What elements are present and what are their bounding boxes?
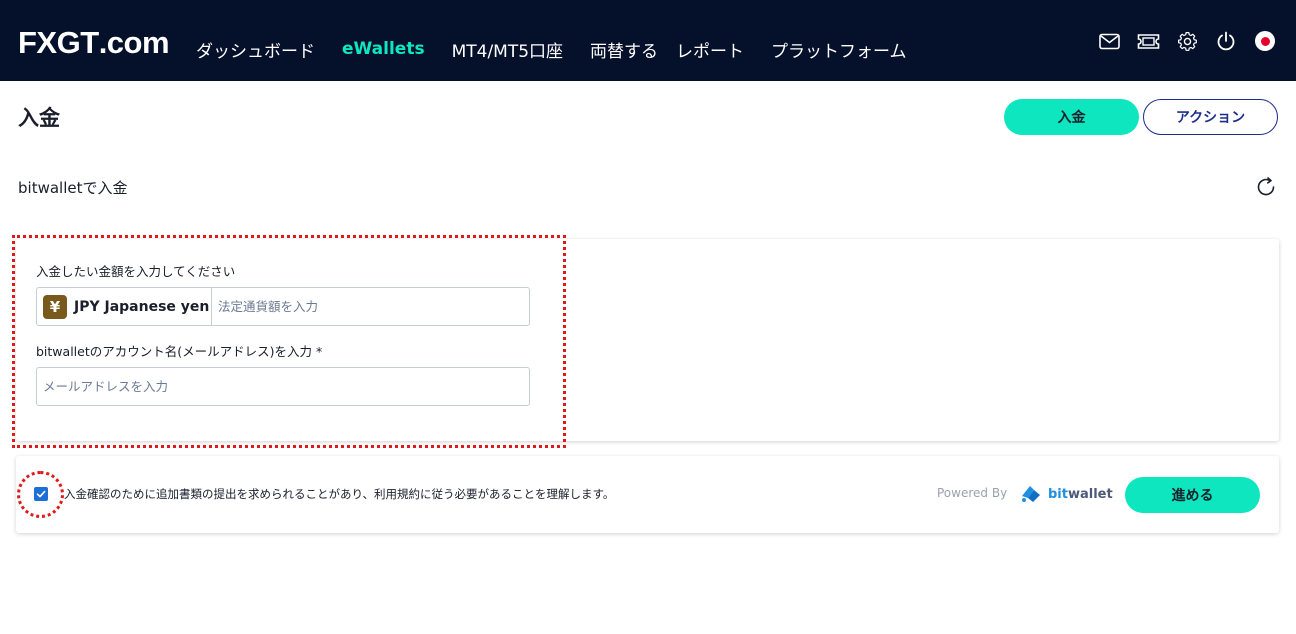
consent-text: 入金確認のために追加書類の提出を求められることがあり、利用規約に従う必要があるこ… [64,487,615,501]
mail-icon[interactable] [1096,28,1122,54]
currency-name: JPY Japanese yen [74,298,210,315]
japan-flag-icon [1255,31,1275,51]
refresh-icon[interactable] [1255,176,1277,198]
logo-suffix: .com [98,25,170,60]
ticket-icon[interactable] [1135,28,1161,54]
email-label: bitwalletのアカウント名(メールアドレス)を入力 * [36,344,323,359]
action-button[interactable]: アクション [1143,99,1278,135]
nav-dashboard[interactable]: ダッシュボード [196,37,315,62]
header-icon-group [1083,28,1278,54]
main-nav: ダッシュボード eWallets MT4/MT5口座 両替する レポート プラッ… [196,36,934,62]
page-title: 入金 [18,106,60,130]
amount-input[interactable] [212,288,529,325]
email-input[interactable] [36,367,530,406]
bitwallet-icon [1022,486,1040,502]
nav-reports[interactable]: レポート [676,37,744,62]
bitwallet-logo: bitwallet [1019,484,1113,504]
gear-icon[interactable] [1174,28,1200,54]
nav-ewallets[interactable]: eWallets [342,39,425,59]
logo-prefix: FX [18,25,57,60]
currency-selector[interactable]: ¥ JPY Japanese yen [37,288,212,325]
nav-exchange[interactable]: 両替する [590,37,658,62]
nav-mt4-mt5-accounts[interactable]: MT4/MT5口座 [452,37,563,62]
deposit-tab-button[interactable]: 入金 [1004,99,1139,135]
amount-label: 入金したい金額を入力してください [36,264,236,279]
fxgt-logo[interactable]: FX GT .com [18,25,170,60]
powered-by-label: Powered By [937,486,1008,500]
amount-input-group: ¥ JPY Japanese yen [36,287,530,326]
power-icon[interactable] [1213,28,1239,54]
checkmark-icon [36,490,46,498]
consent-checkbox[interactable] [34,487,48,501]
language-selector[interactable] [1252,28,1278,54]
yen-icon: ¥ [43,294,67,319]
bitwallet-wordmark: bitwallet [1048,486,1113,502]
top-navigation-bar: FX GT .com ダッシュボード eWallets MT4/MT5口座 両替する… [0,0,1296,81]
section-title: bitwalletで入金 [18,179,128,197]
nav-platform[interactable]: プラットフォーム [771,37,907,62]
proceed-button[interactable]: 進める [1125,477,1260,513]
logo-middle: GT [56,25,100,60]
